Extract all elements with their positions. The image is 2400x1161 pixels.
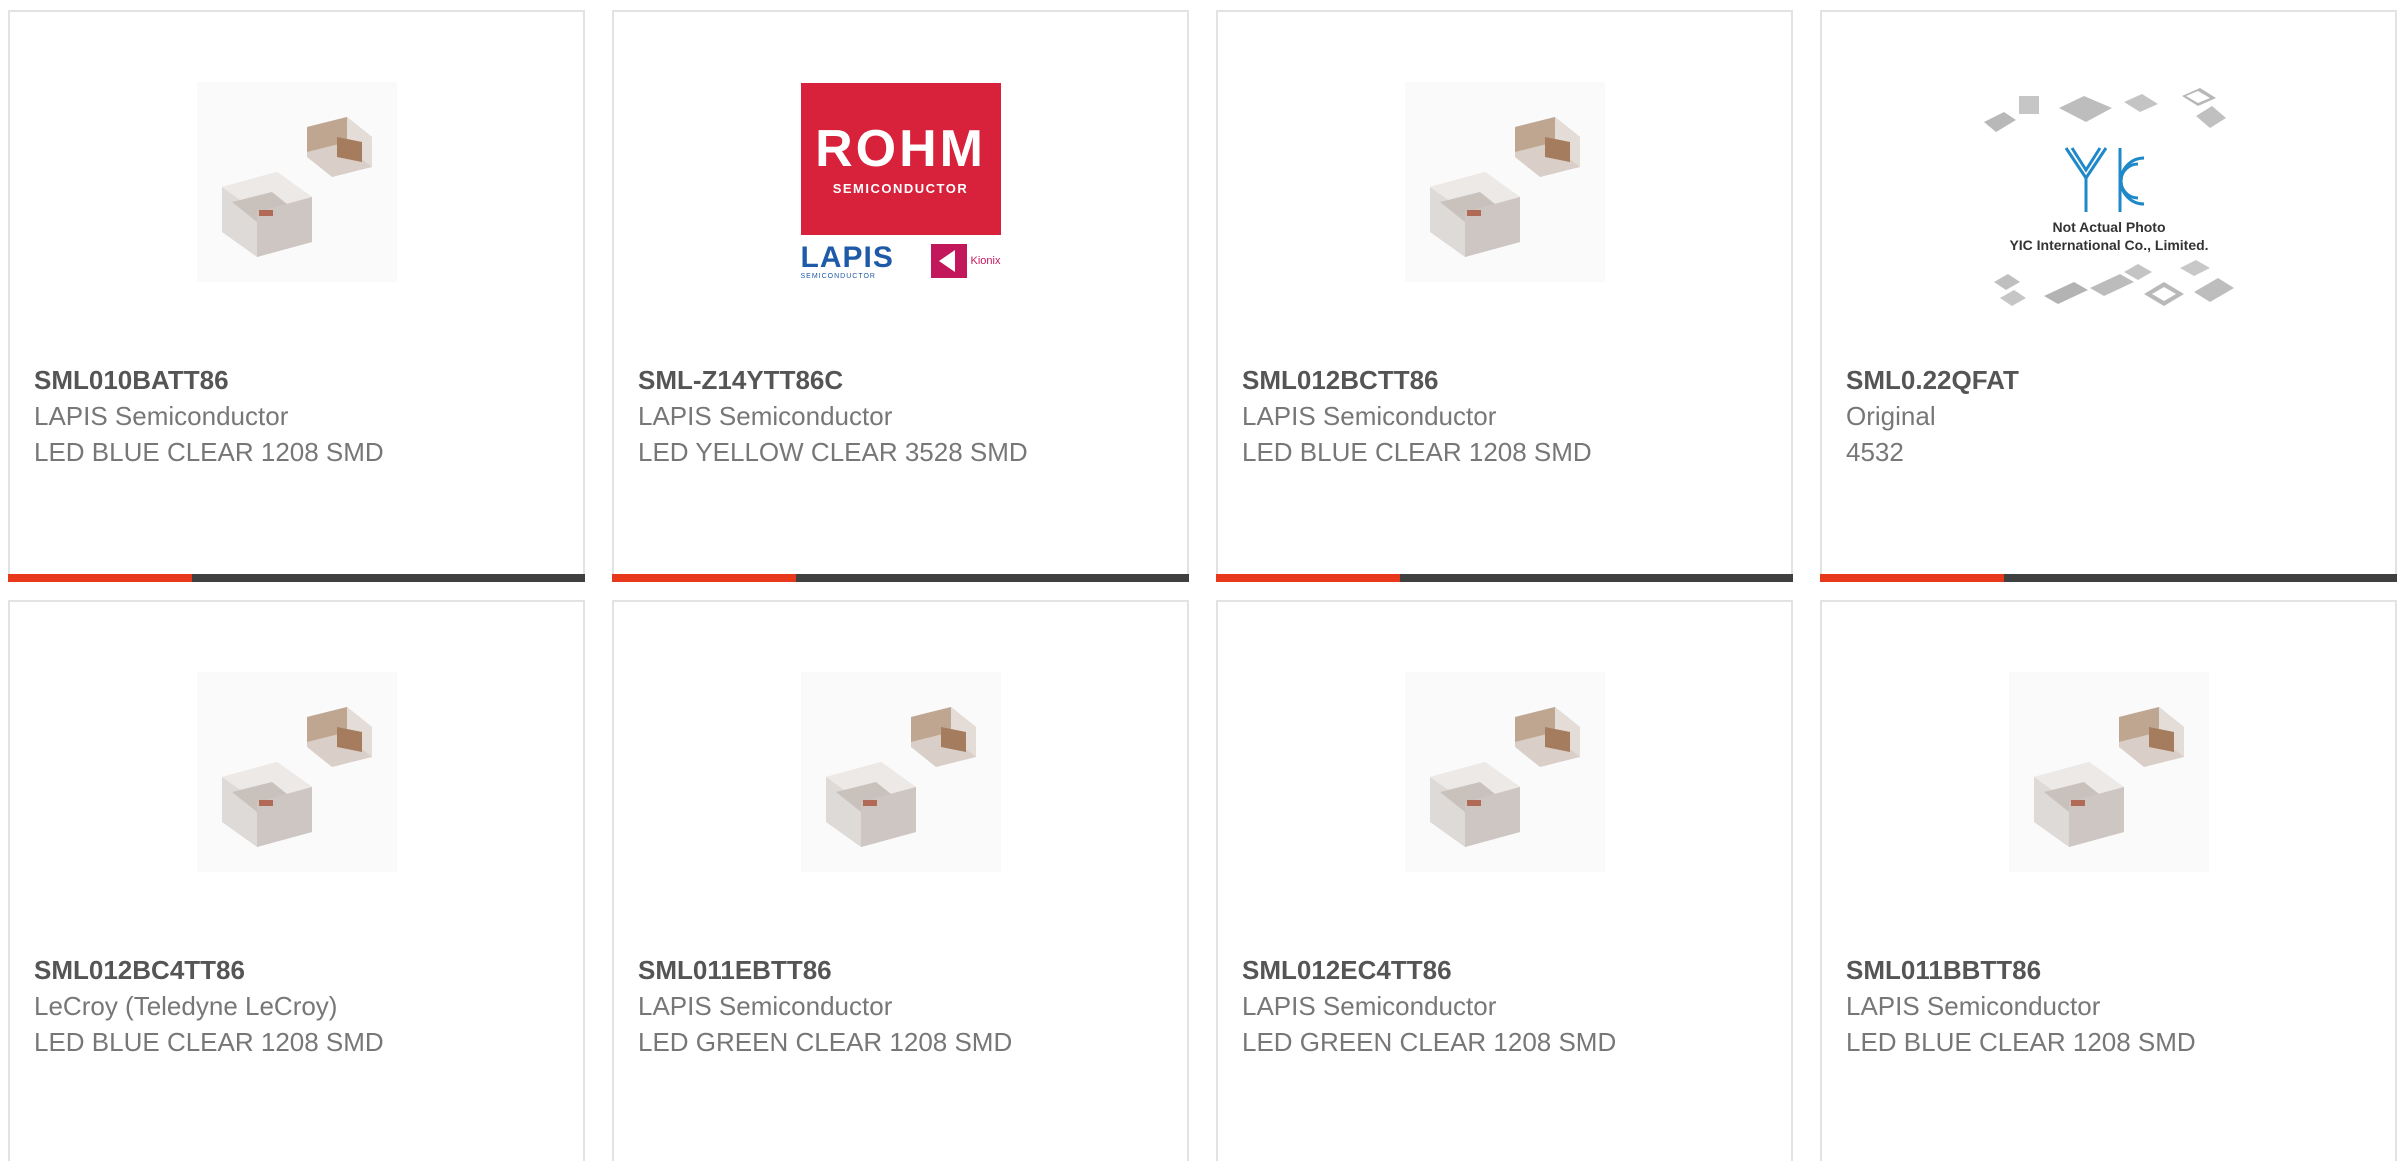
card-accent-bar bbox=[8, 574, 192, 582]
kionix-text: Kionix bbox=[970, 255, 1001, 267]
manufacturer: LAPIS Semiconductor bbox=[638, 401, 893, 431]
product-card[interactable]: SML012BC4TT86 LeCroy (Teledyne LeCroy) L… bbox=[8, 600, 585, 1161]
rohm-tagline: SEMICONDUCTOR bbox=[832, 180, 969, 196]
led-smd-image bbox=[800, 672, 1001, 872]
part-number[interactable]: SML0.22QFAT bbox=[1846, 362, 2371, 398]
description: LED BLUE CLEAR 1208 SMD bbox=[1242, 437, 1592, 467]
led-smd-image bbox=[196, 82, 397, 282]
part-number[interactable]: SML011EBTT86 bbox=[638, 952, 1163, 988]
card-accent-bar bbox=[1216, 574, 1400, 582]
product-image bbox=[800, 672, 1001, 872]
led-smd-image bbox=[1404, 672, 1605, 872]
product-card[interactable]: ROHM SEMICONDUCTOR LAPIS SEMICONDUCTOR K… bbox=[612, 10, 1189, 582]
manufacturer: LAPIS Semiconductor bbox=[1242, 401, 1497, 431]
product-image bbox=[1404, 672, 1605, 872]
card-bottom-bar bbox=[1820, 574, 2397, 582]
led-smd-image bbox=[196, 672, 397, 872]
part-number[interactable]: SML011BBTT86 bbox=[1846, 952, 2371, 988]
product-card[interactable]: SML011EBTT86 LAPIS Semiconductor LED GRE… bbox=[612, 600, 1189, 1161]
led-smd-image bbox=[2008, 672, 2209, 872]
kionix-icon bbox=[930, 244, 967, 278]
description: LED BLUE CLEAR 1208 SMD bbox=[34, 437, 384, 467]
lapis-logo-text: LAPIS bbox=[800, 240, 894, 274]
description: LED GREEN CLEAR 1208 SMD bbox=[638, 1027, 1013, 1057]
product-card[interactable]: SML010BATT86 LAPIS Semiconductor LED BLU… bbox=[8, 10, 585, 582]
led-smd-image bbox=[1404, 82, 1605, 282]
part-number[interactable]: SML012BC4TT86 bbox=[34, 952, 559, 988]
product-card[interactable]: SML012BCTT86 LAPIS Semiconductor LED BLU… bbox=[1216, 10, 1793, 582]
yic-line1: Not Actual Photo bbox=[2052, 219, 2165, 235]
product-image bbox=[2008, 672, 2209, 872]
card-accent-bar bbox=[612, 574, 796, 582]
description: LED BLUE CLEAR 1208 SMD bbox=[34, 1027, 384, 1057]
product-image bbox=[1404, 82, 1605, 282]
card-bottom-bar bbox=[1216, 574, 1793, 582]
part-number[interactable]: SML010BATT86 bbox=[34, 362, 559, 398]
manufacturer: LAPIS Semiconductor bbox=[638, 991, 893, 1021]
part-number[interactable]: SML-Z14YTT86C bbox=[638, 362, 1163, 398]
lapis-sub-text: SEMICONDUCTOR bbox=[800, 272, 876, 280]
yic-placeholder-image: Not Actual Photo YIC International Co., … bbox=[1983, 88, 2234, 306]
rohm-brand: ROHM bbox=[815, 119, 986, 178]
rohm-logo-image: ROHM SEMICONDUCTOR LAPIS SEMICONDUCTOR K… bbox=[800, 83, 1001, 281]
description: LED GREEN CLEAR 1208 SMD bbox=[1242, 1027, 1617, 1057]
manufacturer: LAPIS Semiconductor bbox=[34, 401, 289, 431]
product-image bbox=[196, 672, 397, 872]
kionix-logo: Kionix bbox=[930, 244, 1001, 278]
card-bottom-bar bbox=[8, 574, 585, 582]
yic-line2: YIC International Co., Limited. bbox=[2009, 237, 2208, 253]
manufacturer: Original bbox=[1846, 401, 1936, 431]
product-image: ROHM SEMICONDUCTOR LAPIS SEMICONDUCTOR K… bbox=[800, 82, 1001, 282]
product-card[interactable]: Not Actual Photo YIC International Co., … bbox=[1820, 10, 2397, 582]
card-bottom-bar bbox=[612, 574, 1189, 582]
card-accent-bar bbox=[1820, 574, 2004, 582]
product-card[interactable]: SML011BBTT86 LAPIS Semiconductor LED BLU… bbox=[1820, 600, 2397, 1161]
manufacturer: LeCroy (Teledyne LeCroy) bbox=[34, 991, 338, 1021]
description: LED BLUE CLEAR 1208 SMD bbox=[1846, 1027, 2196, 1057]
description: 4532 bbox=[1846, 437, 1904, 467]
manufacturer: LAPIS Semiconductor bbox=[1242, 991, 1497, 1021]
product-card[interactable]: SML012EC4TT86 LAPIS Semiconductor LED GR… bbox=[1216, 600, 1793, 1161]
product-grid: SML010BATT86 LAPIS Semiconductor LED BLU… bbox=[0, 0, 2400, 1161]
description: LED YELLOW CLEAR 3528 SMD bbox=[638, 437, 1028, 467]
part-number[interactable]: SML012BCTT86 bbox=[1242, 362, 1767, 398]
product-image: Not Actual Photo YIC International Co., … bbox=[1974, 82, 2244, 328]
part-number[interactable]: SML012EC4TT86 bbox=[1242, 952, 1767, 988]
manufacturer: LAPIS Semiconductor bbox=[1846, 991, 2101, 1021]
product-image bbox=[196, 82, 397, 282]
